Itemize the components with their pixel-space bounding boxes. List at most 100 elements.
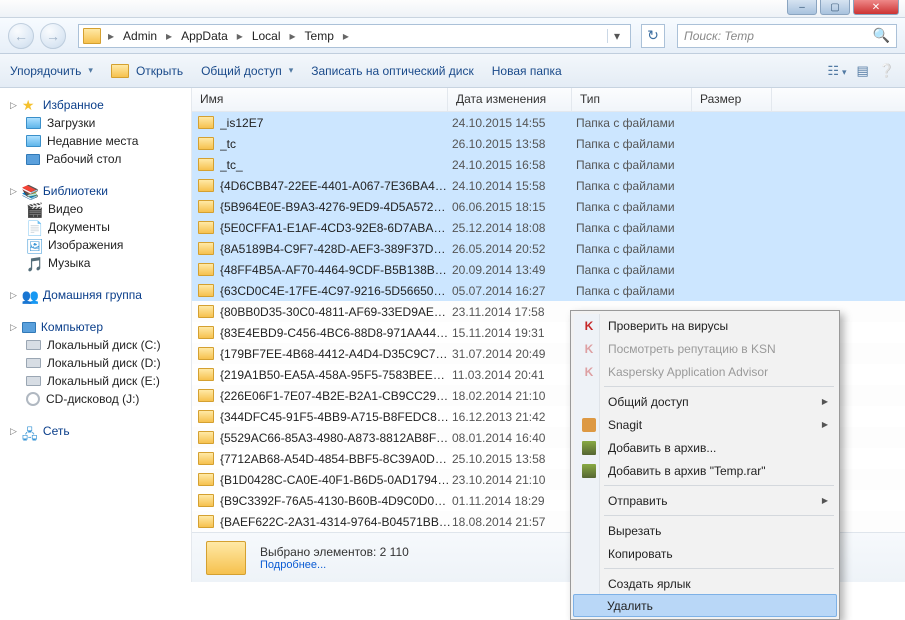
selection-count: Выбрано элементов: 2 110 bbox=[260, 545, 409, 559]
file-name: {5E0CFFA1-E1AF-4CD3-92E8-6D7ABA881... bbox=[220, 221, 452, 235]
back-button[interactable]: ← bbox=[8, 23, 34, 49]
column-name[interactable]: Имя bbox=[192, 88, 448, 111]
file-date: 25.12.2014 18:08 bbox=[452, 221, 576, 235]
ctx-create-shortcut[interactable]: Создать ярлык bbox=[574, 572, 836, 595]
close-button[interactable]: ✕ bbox=[853, 0, 899, 15]
file-name: {7712AB68-A54D-4854-BBF5-8C39A0D23EC5} bbox=[220, 452, 452, 466]
preview-pane-button[interactable]: ▤ bbox=[857, 63, 869, 79]
file-date: 08.01.2014 16:40 bbox=[452, 431, 576, 445]
ctx-add-archive[interactable]: Добавить в архив... bbox=[574, 436, 836, 459]
table-row[interactable]: {5E0CFFA1-E1AF-4CD3-92E8-6D7ABA881...25.… bbox=[192, 217, 905, 238]
music-icon: 🎵 bbox=[26, 256, 42, 270]
folder-icon bbox=[198, 368, 214, 381]
file-name: _tc_ bbox=[220, 158, 452, 172]
sidebar-item-downloads[interactable]: Загрузки bbox=[4, 114, 187, 132]
separator bbox=[604, 515, 834, 516]
chevron-right-icon[interactable]: ▸ bbox=[287, 29, 299, 43]
folder-icon bbox=[198, 452, 214, 465]
chevron-right-icon[interactable]: ▸ bbox=[105, 29, 117, 43]
table-row[interactable]: {48FF4B5A-AF70-4464-9CDF-B5B138B5B7...20… bbox=[192, 259, 905, 280]
view-menu[interactable]: ☷ bbox=[827, 63, 846, 79]
column-date[interactable]: Дата изменения bbox=[448, 88, 572, 111]
help-button[interactable]: ❔ bbox=[879, 63, 895, 79]
file-date: 31.07.2014 20:49 bbox=[452, 347, 576, 361]
table-row[interactable]: _tc26.10.2015 13:58Папка с файлами bbox=[192, 133, 905, 154]
sidebar-item-pictures[interactable]: 🖼Изображения bbox=[4, 236, 187, 254]
folder-icon bbox=[198, 473, 214, 486]
sidebar-item-video[interactable]: 🎬Видео bbox=[4, 200, 187, 218]
sidebar-item-drive-c[interactable]: Локальный диск (C:) bbox=[4, 336, 187, 354]
file-date: 11.03.2014 20:41 bbox=[452, 368, 576, 382]
folder-icon bbox=[198, 431, 214, 444]
maximize-button[interactable]: ▢ bbox=[820, 0, 850, 15]
forward-button[interactable]: → bbox=[40, 23, 66, 49]
computer-icon bbox=[22, 322, 36, 333]
breadcrumb-item[interactable]: AppData bbox=[177, 29, 232, 43]
sidebar-item-desktop[interactable]: Рабочий стол bbox=[4, 150, 187, 168]
breadcrumb-item[interactable]: Temp bbox=[301, 29, 338, 43]
column-type[interactable]: Тип bbox=[572, 88, 692, 111]
open-button[interactable]: Открыть bbox=[111, 64, 183, 78]
homegroup-heading[interactable]: ▷👥Домашняя группа bbox=[4, 286, 187, 304]
sidebar-item-drive-cd[interactable]: CD-дисковод (J:) bbox=[4, 390, 187, 408]
ctx-cut[interactable]: Вырезать bbox=[574, 519, 836, 542]
search-input[interactable]: Поиск: Temp 🔍 bbox=[677, 24, 897, 48]
favorites-heading[interactable]: ▷★Избранное bbox=[4, 96, 187, 114]
address-bar[interactable]: ▸ Admin ▸ AppData ▸ Local ▸ Temp ▸ ▾ bbox=[78, 24, 631, 48]
sidebar-item-documents[interactable]: 📄Документы bbox=[4, 218, 187, 236]
network-heading[interactable]: ▷🖧Сеть bbox=[4, 422, 187, 440]
details-link[interactable]: Подробнее... bbox=[260, 559, 409, 571]
share-menu[interactable]: Общий доступ bbox=[201, 64, 293, 78]
table-row[interactable]: {4D6CBB47-22EE-4401-A067-7E36BA4F37...24… bbox=[192, 175, 905, 196]
table-row[interactable]: _tc_24.10.2015 16:58Папка с файлами bbox=[192, 154, 905, 175]
libraries-heading[interactable]: ▷📚Библиотеки bbox=[4, 182, 187, 200]
chevron-right-icon[interactable]: ▸ bbox=[234, 29, 246, 43]
refresh-button[interactable]: ↻ bbox=[641, 24, 665, 48]
sidebar-item-drive-d[interactable]: Локальный диск (D:) bbox=[4, 354, 187, 372]
file-date: 24.10.2015 16:58 bbox=[452, 158, 576, 172]
disk-icon bbox=[26, 358, 41, 368]
breadcrumb-item[interactable]: Admin bbox=[119, 29, 161, 43]
desktop-icon bbox=[26, 154, 40, 165]
folder-icon bbox=[198, 410, 214, 423]
file-type: Папка с файлами bbox=[576, 116, 716, 130]
minimize-button[interactable]: – bbox=[787, 0, 817, 15]
ctx-scan-virus[interactable]: KПроверить на вирусы bbox=[574, 314, 836, 337]
sidebar-item-drive-e[interactable]: Локальный диск (E:) bbox=[4, 372, 187, 390]
file-date: 15.11.2014 19:31 bbox=[452, 326, 576, 340]
new-folder-button[interactable]: Новая папка bbox=[492, 64, 562, 78]
file-name: {B1D0428C-CA0E-40F1-B6D5-0AD17943E... bbox=[220, 473, 452, 487]
breadcrumb-item[interactable]: Local bbox=[248, 29, 285, 43]
table-row[interactable]: {63CD0C4E-17FE-4C97-9216-5D56650887...05… bbox=[192, 280, 905, 301]
file-date: 26.05.2014 20:52 bbox=[452, 242, 576, 256]
table-row[interactable]: {8A5189B4-C9F7-428D-AEF3-389F37DC34...26… bbox=[192, 238, 905, 259]
folder-icon bbox=[198, 242, 214, 255]
burn-button[interactable]: Записать на оптический диск bbox=[311, 64, 474, 78]
chevron-right-icon[interactable]: ▸ bbox=[163, 29, 175, 43]
address-dropdown[interactable]: ▾ bbox=[607, 29, 626, 43]
file-name: {63CD0C4E-17FE-4C97-9216-5D56650887... bbox=[220, 284, 452, 298]
ctx-delete[interactable]: Удалить bbox=[573, 594, 837, 617]
ctx-share[interactable]: Общий доступ bbox=[574, 390, 836, 413]
sidebar-item-music[interactable]: 🎵Музыка bbox=[4, 254, 187, 272]
navigation-bar: ← → ▸ Admin ▸ AppData ▸ Local ▸ Temp ▸ ▾… bbox=[0, 18, 905, 54]
file-date: 18.08.2014 21:57 bbox=[452, 515, 576, 529]
ctx-add-rar[interactable]: Добавить в архив "Temp.rar" bbox=[574, 459, 836, 482]
column-size[interactable]: Размер bbox=[692, 88, 772, 111]
rar-icon bbox=[581, 440, 597, 456]
folder-icon bbox=[198, 137, 214, 150]
ctx-copy[interactable]: Копировать bbox=[574, 542, 836, 565]
computer-heading[interactable]: ▷Компьютер bbox=[4, 318, 187, 336]
ctx-snagit[interactable]: Snagit bbox=[574, 413, 836, 436]
chevron-right-icon[interactable]: ▸ bbox=[340, 29, 352, 43]
sidebar-item-recent[interactable]: Недавние места bbox=[4, 132, 187, 150]
file-name: {BAEF622C-2A31-4314-9764-B04571BB93C... bbox=[220, 515, 452, 529]
organize-menu[interactable]: Упорядочить bbox=[10, 64, 93, 78]
table-row[interactable]: {5B964E0E-B9A3-4276-9ED9-4D5A572074...06… bbox=[192, 196, 905, 217]
ctx-send-to[interactable]: Отправить bbox=[574, 489, 836, 512]
document-icon: 📄 bbox=[26, 220, 42, 234]
file-date: 06.06.2015 18:15 bbox=[452, 200, 576, 214]
table-row[interactable]: _is12E724.10.2015 14:55Папка с файлами bbox=[192, 112, 905, 133]
folder-icon bbox=[198, 284, 214, 297]
file-name: {80BB0D35-30C0-4811-AF69-33ED9AE27... bbox=[220, 305, 452, 319]
